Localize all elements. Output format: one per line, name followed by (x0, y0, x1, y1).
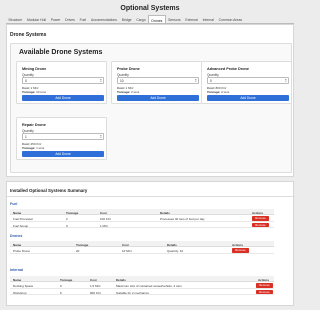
stepper-icon[interactable]: ▴ ▾ (100, 134, 101, 140)
col-details: Details (160, 210, 170, 215)
stepper-icon[interactable]: ▴ ▾ (100, 78, 101, 84)
table-row: Fuel Processor 2 100 KCr Processes 40 to… (10, 216, 274, 222)
table-header: Name Tonnage Cost Details Actions (10, 241, 274, 247)
quantity-input[interactable]: 10 ▴ ▾ (117, 77, 199, 84)
table-header: Name Tonnage Cost Details Actions (10, 209, 274, 215)
tab-common-areas[interactable]: Common Areas (216, 15, 244, 23)
card-tonnage: Tonnage: 1 tons (22, 145, 45, 150)
tab-bar: Structure Modular Hull Power Drives Fuel… (6, 15, 294, 24)
table-row: Probe Drone 20 10 MCr Quantity: 10 Remov… (10, 248, 274, 254)
table-header: Name Tonnage Cost Details Actions (10, 276, 274, 282)
category-drones: Drones (10, 234, 23, 238)
remove-button[interactable]: Remove (256, 289, 273, 295)
category-internal: Internal (10, 268, 23, 272)
tab-fuel[interactable]: Fuel (77, 15, 88, 23)
available-drones-box: Available Drone Systems Mining Drone Qua… (10, 43, 292, 173)
tab-external[interactable]: External (183, 15, 200, 23)
tab-modular-hull[interactable]: Modular Hull (25, 15, 49, 23)
stepper-icon[interactable]: ▴ ▾ (285, 78, 286, 84)
card-tonnage: Tonnage: 10 tons (22, 89, 46, 94)
tab-cargo[interactable]: Cargo (134, 15, 148, 23)
card-tonnage: Tonnage: 2 tons (207, 89, 230, 94)
table-row: Workshop 6 900 KCr Suitable for 2 mechan… (10, 289, 274, 295)
card-name: Repair Drone (22, 123, 46, 127)
quantity-input[interactable]: 0 ▴ ▾ (22, 77, 104, 84)
section-title: Drone Systems (10, 32, 47, 38)
drone-card-probe: Probe Drone Quantity 10 ▴ ▾ Cost: 1 MCr To… (111, 61, 202, 104)
installed-summary-panel: Installed Optional Systems Summary Fuel … (6, 181, 295, 306)
quantity-input[interactable]: 0 ▴ ▾ (207, 77, 289, 84)
summary-title: Installed Optional Systems Summary (10, 188, 88, 193)
tab-bridge[interactable]: Bridge (119, 15, 134, 23)
divider (7, 196, 295, 197)
tab-internal[interactable]: Internal (200, 15, 216, 23)
col-actions: Actions (252, 210, 264, 215)
quantity-input[interactable]: 1 ▴ ▾ (22, 133, 104, 140)
tab-structure[interactable]: Structure (6, 15, 25, 23)
col-tonnage: Tonnage (66, 210, 79, 215)
drone-card-repair: Repair Drone Quantity 1 ▴ ▾ Cost: 250 KCr … (16, 117, 107, 160)
card-name: Mining Drone (22, 67, 47, 71)
card-name: Probe Drone (117, 67, 140, 71)
add-drone-button[interactable]: Add Drone (22, 151, 104, 157)
available-title: Available Drone Systems (19, 49, 103, 56)
tab-accommodations[interactable]: Accommodations (89, 15, 120, 23)
col-name: Name (13, 210, 22, 215)
drone-card-mining: Mining Drone Quantity 0 ▴ ▾ Cost: 1 MCr To… (16, 61, 107, 104)
drone-card-advanced-probe: Advanced Probe Drone Quantity 0 ▴ ▾ Cost: … (201, 61, 292, 104)
tab-sensors[interactable]: Sensors (166, 15, 183, 23)
add-drone-button[interactable]: Add Drone (117, 95, 199, 101)
table-row: Docking Space 0 1.5 MCr Maximum size of … (10, 283, 274, 289)
stepper-icon[interactable]: ▴ ▾ (195, 78, 196, 84)
add-drone-button[interactable]: Add Drone (207, 95, 289, 101)
card-name: Advanced Probe Drone (207, 67, 249, 71)
remove-button[interactable]: Remove (252, 222, 269, 228)
category-fuel: Fuel (10, 202, 18, 206)
tab-power[interactable]: Power (48, 15, 62, 23)
card-tonnage: Tonnage: 2 tons (117, 89, 140, 94)
add-drone-button[interactable]: Add Drone (22, 95, 104, 101)
remove-button[interactable]: Remove (232, 248, 249, 253)
tab-drones[interactable]: Drones (147, 15, 166, 23)
col-cost: Cost (100, 210, 107, 215)
tab-drives[interactable]: Drives (63, 15, 77, 23)
remove-button[interactable]: Remove (252, 216, 269, 221)
drone-systems-panel: Drone Systems Available Drone Systems Mi… (6, 24, 294, 177)
table-row: Fuel Scoop 0 1 MCr Remove (10, 222, 274, 228)
remove-button[interactable]: Remove (256, 283, 273, 288)
page-title: Optional Systems (120, 5, 180, 12)
